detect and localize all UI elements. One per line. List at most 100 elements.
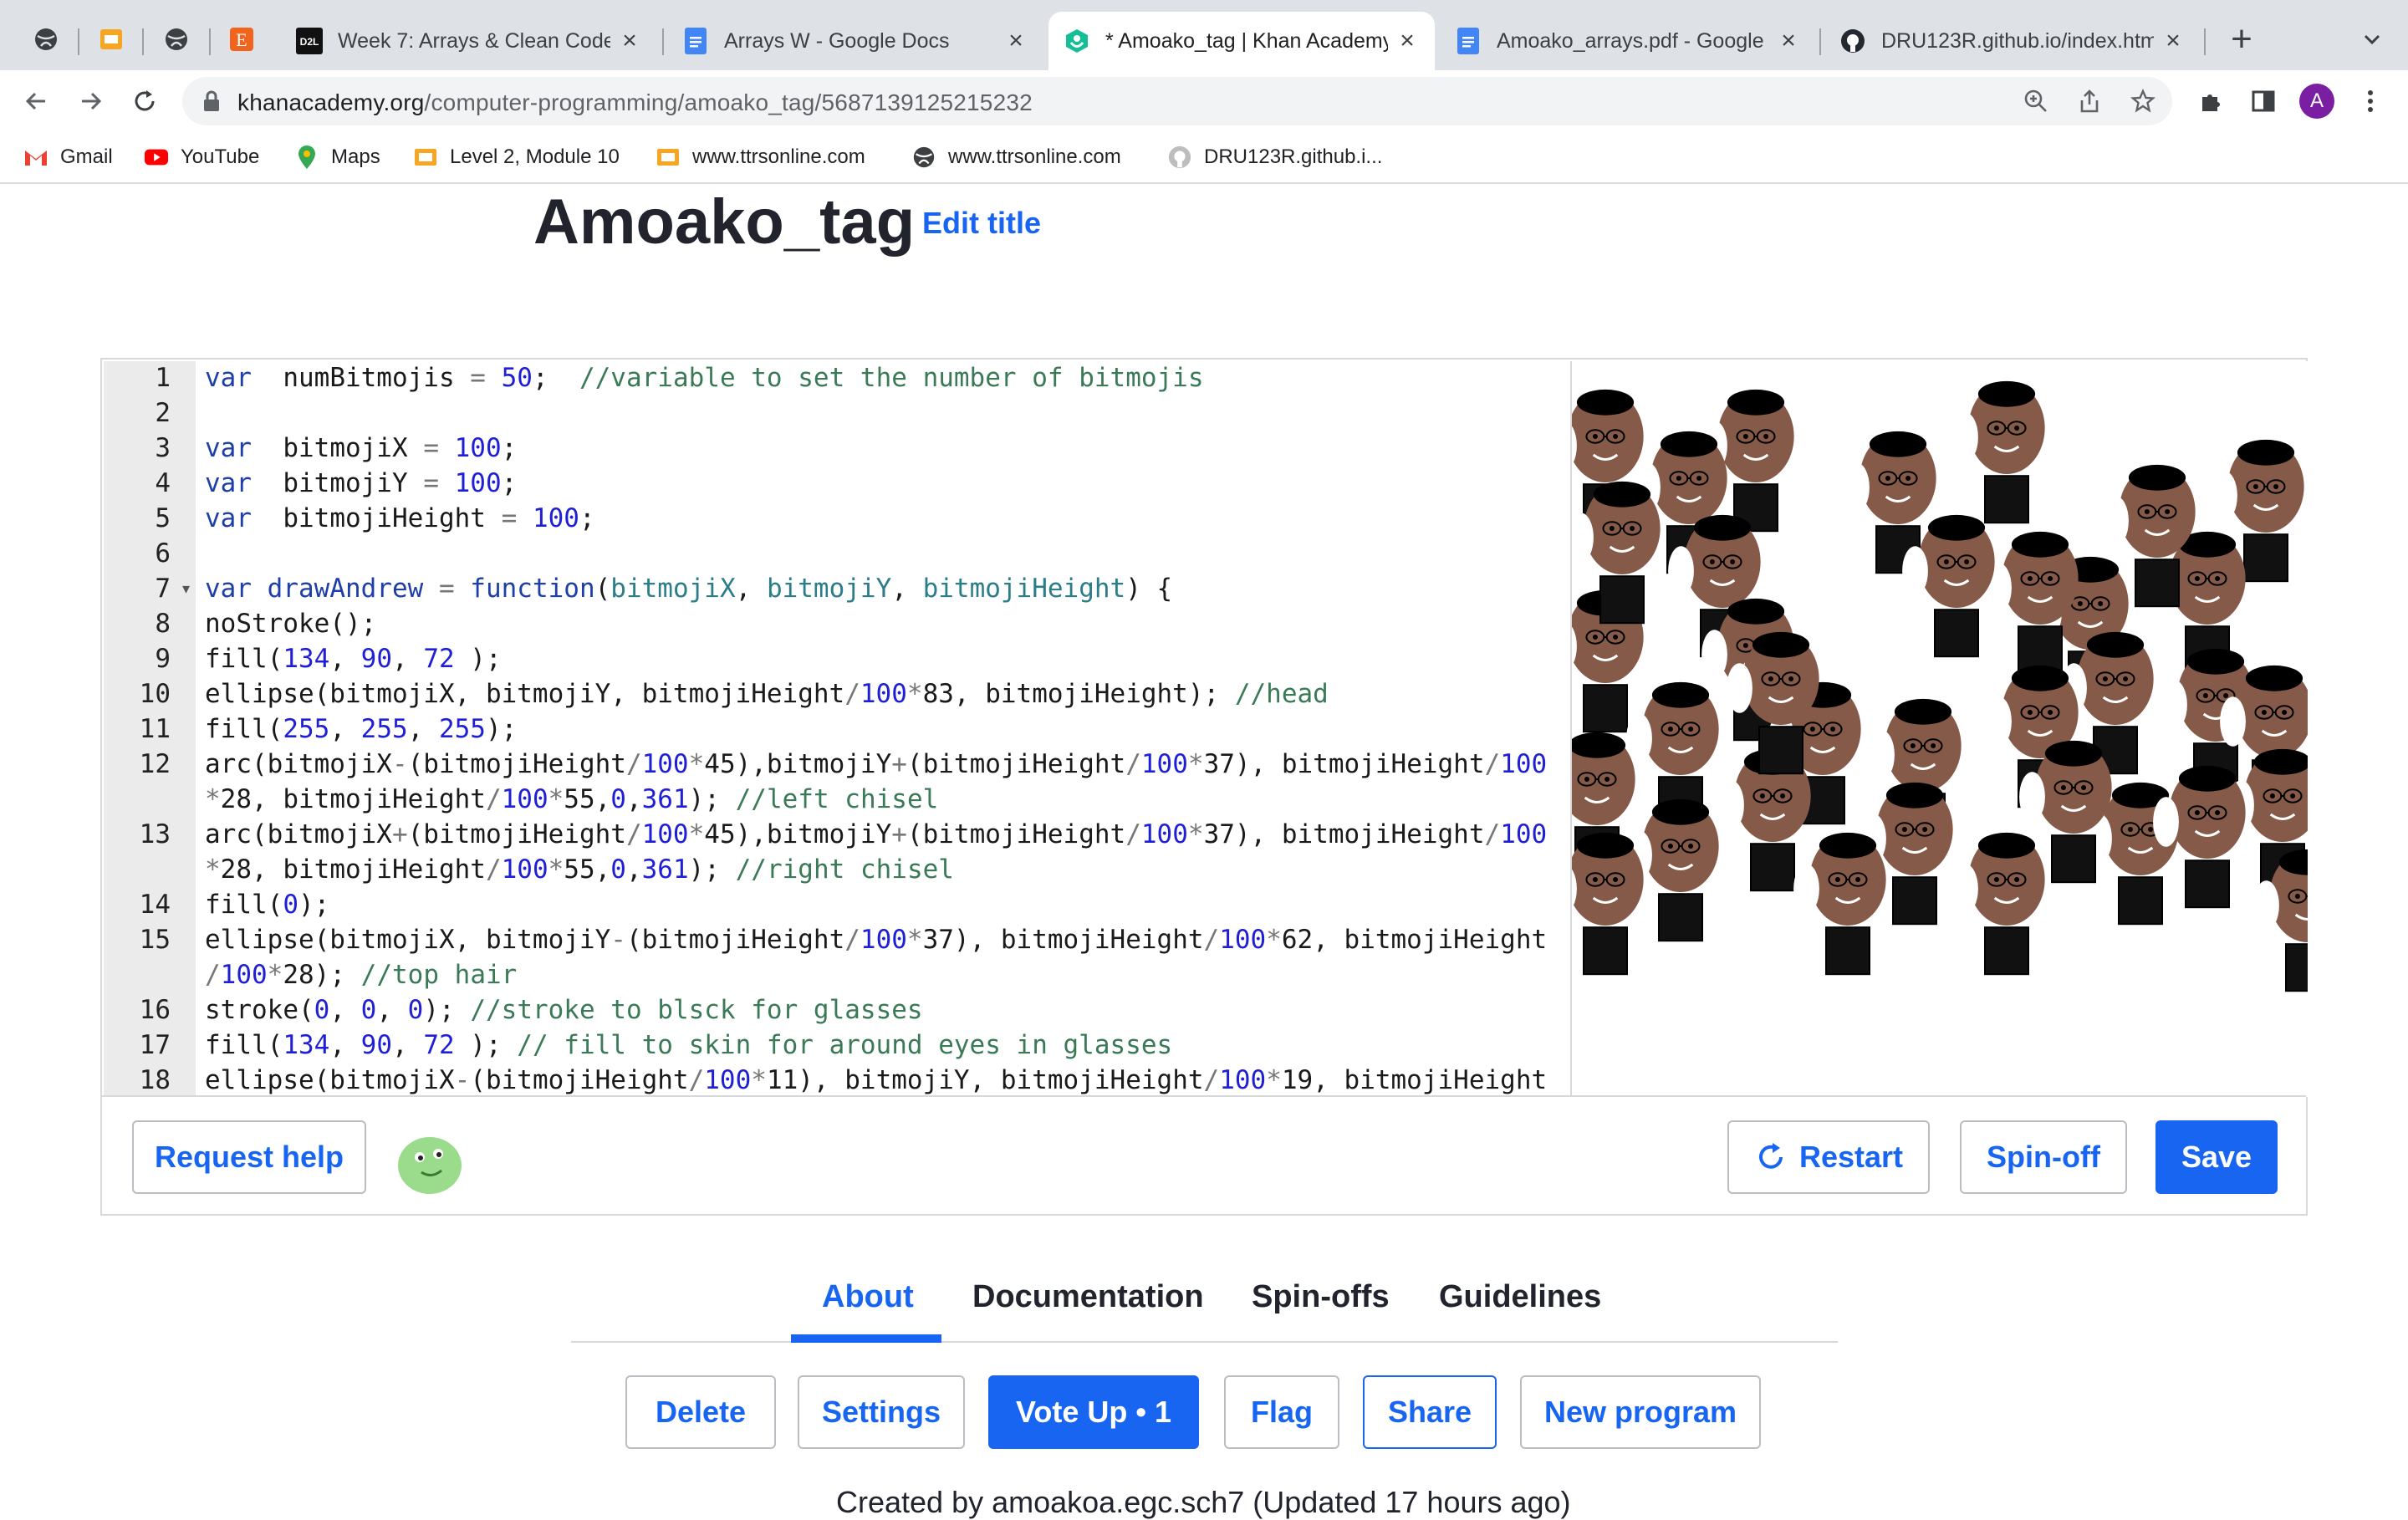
new-tab-button[interactable]: + [2216,13,2268,65]
request-help-button[interactable]: Request help [132,1120,366,1194]
tab-khan-academy[interactable]: * Amoako_tag | Khan Academy × [1048,12,1435,70]
pinned-tab-globe[interactable] [20,13,72,65]
star-icon[interactable] [2129,87,2157,115]
code-line[interactable]: fill(0); [205,890,329,920]
close-icon[interactable]: × [1395,27,1420,55]
tab-search-button[interactable] [2346,13,2398,65]
settings-button[interactable]: Settings [798,1375,965,1449]
code-line[interactable]: *28, bitmojiHeight/100*55,0,361); //righ… [205,854,954,885]
line-number: 11 [139,714,171,744]
bookmark-level2[interactable]: Level 2, Module 10 [413,142,620,172]
save-button[interactable]: Save [2155,1120,2278,1194]
close-icon[interactable]: × [1776,27,1801,55]
code-line[interactable]: fill(255, 255, 255); [205,714,517,744]
code-token: * [205,854,221,885]
tab-week7[interactable]: D2L Week 7: Arrays & Clean Code × [281,12,657,70]
close-icon[interactable]: × [617,27,642,55]
code-line[interactable]: noStroke(); [205,609,376,639]
extensions-button[interactable] [2192,82,2231,120]
share-button[interactable]: Share [1363,1375,1497,1449]
code-line[interactable]: var bitmojiX = 100; [205,433,517,463]
code-line[interactable]: arc(bitmojiX+(bitmojiHeight/100*45),bitm… [205,819,1547,849]
bookmark-gmail[interactable]: Gmail [23,142,113,172]
code-line[interactable]: var drawAndrew = function(bitmojiX, bitm… [205,574,1172,604]
code-line[interactable]: ellipse(bitmojiX, bitmojiY-(bitmojiHeigh… [205,925,1547,955]
tab-spin-offs[interactable]: Spin-offs [1252,1279,1390,1315]
code-token: fill( [205,890,283,920]
forward-button[interactable] [72,82,110,120]
line-number: 18 [139,1065,171,1095]
reload-button[interactable] [125,82,164,120]
tab-documentation[interactable]: Documentation [972,1279,1204,1315]
code-token: arc(bitmojiX [205,819,392,849]
code-token: 28); [283,960,361,990]
code-token: * [548,854,564,885]
code-line[interactable]: fill(134, 90, 72 ); // fill to skin for … [205,1030,1172,1060]
code-line[interactable]: var numBitmojis = 50; //variable to set … [205,363,1204,393]
maps-pin-icon [294,145,319,170]
code-line[interactable]: stroke(0, 0, 0); //stroke to blsck for g… [205,995,923,1025]
bookmark-maps[interactable]: Maps [294,142,380,172]
bookmark-ttrs-2[interactable]: www.ttrsonline.com [911,142,1121,172]
code-line[interactable]: var bitmojiHeight = 100; [205,503,595,533]
code-token: var [205,433,252,463]
youtube-icon [144,145,169,170]
tab-github[interactable]: DRU123R.github.io/index.htm × [1824,12,2201,70]
spin-off-button[interactable]: Spin-off [1960,1120,2127,1194]
new-program-button[interactable]: New program [1520,1375,1761,1449]
code-token: - [454,1065,471,1095]
code-line[interactable]: ellipse(bitmojiX, bitmojiY, bitmojiHeigh… [205,679,1329,709]
code-token: 62, bitmojiHeight [1281,925,1548,955]
code-editor[interactable]: 1 2 3 4 5 6 7 8 9 10 11 12 13 14 15 16 17 18 ▾ var numBit… [104,361,1570,1097]
code-token: / [844,925,860,955]
code-token: 55, [564,784,611,814]
flag-button[interactable]: Flag [1224,1375,1339,1449]
code-line[interactable]: arc(bitmojiX-(bitmojiHeight/100*45),bitm… [205,749,1547,779]
lock-icon[interactable] [197,87,226,115]
profile-button[interactable]: A [2298,82,2336,120]
line-number: 17 [139,1030,171,1060]
close-icon[interactable]: × [1003,27,1028,55]
bookmark-label: www.ttrsonline.com [948,145,1121,168]
fold-arrow-icon[interactable]: ▾ [182,580,190,598]
tab-about[interactable]: About [822,1279,914,1315]
bookmark-ttrs-1[interactable]: www.ttrsonline.com [656,142,865,172]
code-token: //left chisel [735,784,939,814]
code-token: 90 [360,1030,392,1060]
code-line[interactable]: var bitmojiY = 100; [205,468,517,498]
back-button[interactable] [17,82,55,120]
code-line[interactable]: fill(134, 90, 72 ); [205,644,502,674]
code-token: // fill to skin for around eyes in glass… [517,1030,1173,1060]
zoom-icon[interactable] [2022,87,2050,115]
tab-arrays-pdf[interactable]: Amoako_arrays.pdf - Google × [1440,12,1816,70]
code-token: //head [1234,679,1329,709]
code-line[interactable]: *28, bitmojiHeight/100*55,0,361); //left… [205,784,938,814]
reload-icon [135,90,155,111]
code-token: //stroke to blsck for glasses [470,995,923,1025]
pinned-tab-slides[interactable] [85,13,137,65]
edit-title-link[interactable]: Edit title [922,206,1041,241]
program-output-canvas[interactable] [1570,361,2308,1097]
code-line[interactable]: ellipse(bitmojiX-(bitmojiHeight/100*11),… [205,1065,1547,1095]
close-icon[interactable]: × [2161,27,2186,55]
pinned-tab-globe-2[interactable] [150,13,202,65]
tab-guidelines[interactable]: Guidelines [1439,1279,1601,1315]
gmail-icon [23,145,48,170]
pinned-tab-etsy[interactable]: E [216,13,268,65]
avatar[interactable] [395,1127,465,1197]
address-bar[interactable]: khanacademy.org/computer-programming/amo… [182,77,2172,125]
browser-menu-button[interactable] [2351,82,2390,120]
bookmark-github[interactable]: DRU123R.github.i... [1167,142,1382,172]
tab-arrays-doc[interactable]: Arrays W - Google Docs × [667,12,1043,70]
delete-button[interactable]: Delete [625,1375,776,1449]
code-token: (bitmojiHeight [906,819,1126,849]
side-panel-button[interactable] [2244,82,2283,120]
code-token: ; [501,468,518,498]
code-token: 0 [407,995,424,1025]
restart-button[interactable]: Restart [1727,1120,1930,1194]
google-docs-icon [682,28,709,54]
code-line[interactable]: /100*28); //top hair [205,960,517,990]
share-icon[interactable] [2075,87,2104,115]
bookmark-youtube[interactable]: YouTube [144,142,259,172]
vote-up-button[interactable]: Vote Up • 1 [988,1375,1199,1449]
